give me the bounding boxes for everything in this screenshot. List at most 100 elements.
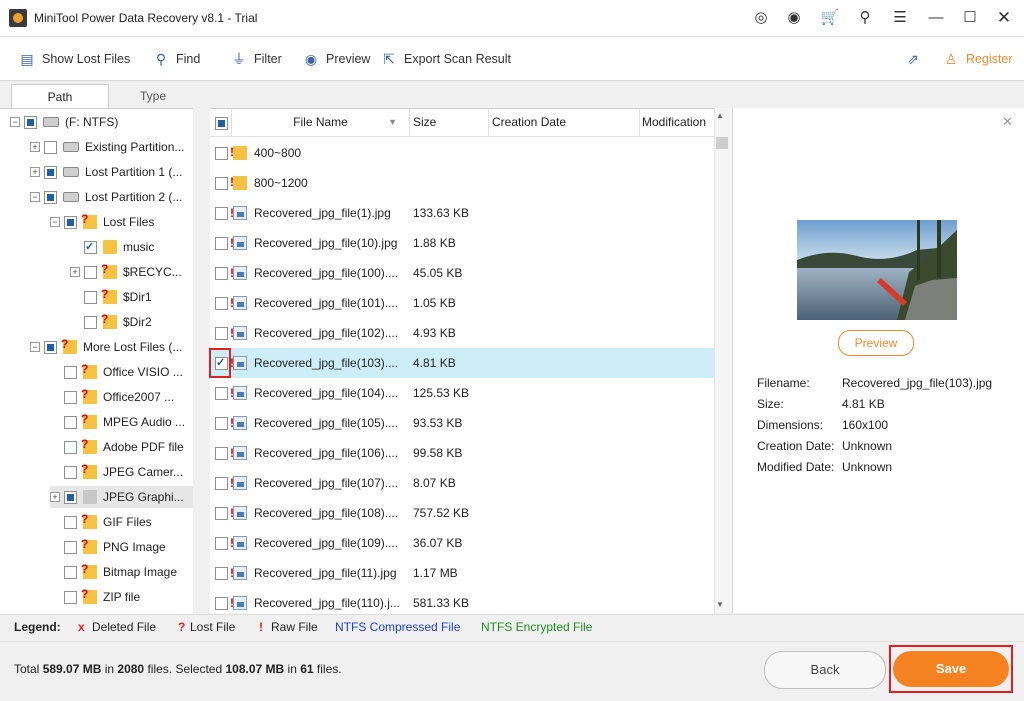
- tab-type[interactable]: Type: [105, 84, 201, 108]
- file-checkbox[interactable]: [215, 177, 228, 190]
- cart-icon[interactable]: 🛒: [818, 8, 842, 28]
- tree-item[interactable]: $RECYC... +: [70, 261, 193, 283]
- tree-item[interactable]: Bitmap Image: [50, 561, 193, 583]
- file-checkbox[interactable]: [215, 297, 228, 310]
- tree-item[interactable]: (F: NTFS) −: [10, 111, 193, 133]
- tree-item-checkbox[interactable]: [84, 315, 97, 329]
- file-row[interactable]: Recovered_jpg_file(108).... 757.52 KB: [210, 498, 714, 528]
- file-row[interactable]: Recovered_jpg_file(109).... 36.07 KB: [210, 528, 714, 558]
- close-preview-icon[interactable]: ✕: [1002, 114, 1013, 130]
- tree-item[interactable]: JPEG Graphi... +: [50, 486, 193, 508]
- scroll-down-icon[interactable]: ▼: [716, 600, 724, 609]
- tree-item-checkbox[interactable]: [24, 115, 37, 129]
- close-icon[interactable]: ✕: [992, 8, 1016, 28]
- file-checkbox[interactable]: [215, 507, 228, 520]
- tree-item-checkbox[interactable]: [64, 465, 77, 479]
- tree-item-checkbox[interactable]: [44, 140, 57, 154]
- file-row[interactable]: Recovered_jpg_file(102).... 4.93 KB: [210, 318, 714, 348]
- back-button[interactable]: Back: [764, 651, 886, 689]
- select-all-column[interactable]: [210, 109, 232, 136]
- share-button[interactable]: ⇗: [904, 49, 928, 69]
- tree-item[interactable]: Lost Partition 2 (... −: [30, 186, 193, 208]
- file-row[interactable]: Recovered_jpg_file(105).... 93.53 KB: [210, 408, 714, 438]
- file-checkbox[interactable]: [215, 387, 228, 400]
- register-button[interactable]: ♙ Register: [942, 49, 1013, 69]
- tree-item[interactable]: Existing Partition... +: [30, 136, 193, 158]
- collapse-icon[interactable]: −: [50, 217, 60, 227]
- tree-scrollbar[interactable]: [193, 108, 208, 613]
- preview-toolbar-button[interactable]: ◉ Preview: [302, 49, 371, 69]
- select-all-checkbox[interactable]: [215, 117, 228, 130]
- find-button[interactable]: ⚲ Find: [152, 49, 200, 69]
- file-row[interactable]: 400~800: [210, 138, 714, 168]
- tree-item-checkbox[interactable]: [64, 540, 77, 554]
- menu-icon[interactable]: ☰: [888, 8, 912, 28]
- file-row[interactable]: Recovered_jpg_file(100).... 45.05 KB: [210, 258, 714, 288]
- file-row[interactable]: Recovered_jpg_file(106).... 99.58 KB: [210, 438, 714, 468]
- tree-item-checkbox[interactable]: [64, 390, 77, 404]
- tree-item[interactable]: Lost Files −: [50, 211, 193, 233]
- filter-button[interactable]: ⏚ Filter: [230, 49, 282, 69]
- tree-item-checkbox[interactable]: [64, 415, 77, 429]
- tree-item-checkbox[interactable]: [64, 215, 77, 229]
- tree-item-checkbox[interactable]: [64, 365, 77, 379]
- show-lost-files-button[interactable]: ▤ Show Lost Files: [18, 49, 130, 69]
- file-row[interactable]: Recovered_jpg_file(1).jpg 133.63 KB: [210, 198, 714, 228]
- minimize-icon[interactable]: —: [924, 8, 948, 28]
- support-icon[interactable]: ◉: [782, 8, 806, 28]
- collapse-icon[interactable]: −: [10, 117, 20, 127]
- tree-item[interactable]: Lost Partition 1 (... +: [30, 161, 193, 183]
- file-row[interactable]: Recovered_jpg_file(103).... 4.81 KB: [210, 348, 714, 378]
- tree-item[interactable]: Office2007 ...: [50, 386, 193, 408]
- tree-item[interactable]: $Dir1: [70, 286, 193, 308]
- file-checkbox[interactable]: [215, 447, 228, 460]
- file-list-scrollbar[interactable]: [714, 108, 731, 613]
- tree-item[interactable]: MPEG Audio ...: [50, 411, 193, 433]
- file-checkbox[interactable]: [215, 567, 228, 580]
- column-modification[interactable]: Modification: [640, 109, 714, 136]
- file-checkbox[interactable]: [215, 597, 228, 610]
- help-icon[interactable]: ◎: [749, 8, 773, 28]
- preview-button[interactable]: Preview: [838, 330, 914, 356]
- file-row[interactable]: Recovered_jpg_file(104).... 125.53 KB: [210, 378, 714, 408]
- file-row[interactable]: Recovered_jpg_file(10).jpg 1.88 KB: [210, 228, 714, 258]
- tab-path[interactable]: Path: [11, 84, 109, 109]
- tree-item-checkbox[interactable]: [64, 590, 77, 604]
- tree-item[interactable]: music: [70, 236, 193, 258]
- tree-item[interactable]: Adobe PDF file: [50, 436, 193, 458]
- tree-item[interactable]: More Lost Files (... −: [30, 336, 193, 358]
- tree-item[interactable]: PNG Image: [50, 536, 193, 558]
- file-checkbox[interactable]: [215, 417, 228, 430]
- column-size[interactable]: Size: [410, 109, 489, 136]
- tree-item[interactable]: GIF Files: [50, 511, 193, 533]
- column-creation-date[interactable]: Creation Date: [489, 109, 640, 136]
- tree-item-checkbox[interactable]: [64, 490, 77, 504]
- column-file-name[interactable]: File Name ▼: [232, 109, 410, 136]
- file-checkbox[interactable]: [215, 207, 228, 220]
- collapse-icon[interactable]: −: [30, 342, 40, 352]
- file-checkbox[interactable]: [215, 477, 228, 490]
- file-row[interactable]: Recovered_jpg_file(101).... 1.05 KB: [210, 288, 714, 318]
- tree-item[interactable]: Office VISIO ...: [50, 361, 193, 383]
- file-checkbox[interactable]: [215, 237, 228, 250]
- file-checkbox[interactable]: [215, 147, 228, 160]
- save-button[interactable]: Save: [893, 651, 1009, 687]
- collapse-icon[interactable]: −: [30, 192, 40, 202]
- tree-item-checkbox[interactable]: [84, 240, 97, 254]
- tree-item-checkbox[interactable]: [84, 265, 97, 279]
- tree-item-checkbox[interactable]: [64, 440, 77, 454]
- tree-item-checkbox[interactable]: [84, 290, 97, 304]
- tree-item[interactable]: ZIP file: [50, 586, 193, 608]
- file-checkbox[interactable]: [215, 537, 228, 550]
- maximize-icon[interactable]: ☐: [958, 8, 982, 28]
- scroll-up-icon[interactable]: ▲: [716, 111, 724, 120]
- expand-icon[interactable]: +: [30, 167, 40, 177]
- file-row[interactable]: Recovered_jpg_file(107).... 8.07 KB: [210, 468, 714, 498]
- file-checkbox[interactable]: [215, 327, 228, 340]
- tree-item-checkbox[interactable]: [64, 515, 77, 529]
- file-row[interactable]: Recovered_jpg_file(11).jpg 1.17 MB: [210, 558, 714, 588]
- tree-item[interactable]: $Dir2: [70, 311, 193, 333]
- file-row[interactable]: 800~1200: [210, 168, 714, 198]
- file-checkbox[interactable]: [215, 267, 228, 280]
- tree-item-checkbox[interactable]: [44, 165, 57, 179]
